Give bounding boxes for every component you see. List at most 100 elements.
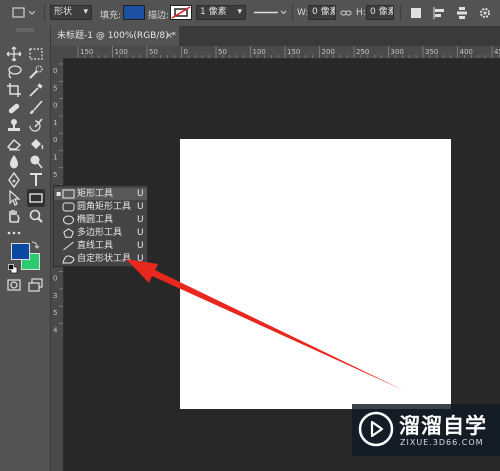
- stroke-width-value: 1 像素: [200, 7, 227, 17]
- rectangle-icon: [62, 189, 75, 199]
- ruler-tick-label: 150: [287, 48, 300, 56]
- ruler-tick-label: 0: [184, 48, 188, 56]
- panel-collapse-handle[interactable]: [12, 26, 38, 32]
- document-canvas[interactable]: [180, 139, 451, 409]
- line-icon: [62, 241, 75, 251]
- stroke-color-swatch[interactable]: [170, 5, 192, 20]
- flyout-item-rectangle-tool[interactable]: ▪ 矩形工具 U: [54, 188, 147, 200]
- pen-icon[interactable]: [5, 171, 23, 189]
- ruler-tick-label: 0: [53, 67, 57, 75]
- horizontal-ruler-ticks: 150 100 50 0 50 100 150 200 250 300 350 400 450: [77, 46, 500, 58]
- flyout-item-label: 矩形工具: [77, 189, 114, 199]
- fill-label: 填充:: [100, 11, 122, 21]
- ruler-tick-label: 200: [322, 48, 335, 56]
- tool-panel: [0, 26, 51, 471]
- gear-icon[interactable]: [478, 6, 492, 20]
- clone-stamp-icon[interactable]: [5, 117, 23, 135]
- flyout-item-ellipse-tool[interactable]: 椭圆工具 U: [54, 214, 147, 226]
- ruler-tick-label: 100: [253, 48, 266, 56]
- eraser-icon[interactable]: [5, 135, 23, 153]
- path-operations-icon[interactable]: [409, 6, 423, 20]
- quick-mask-icon[interactable]: [5, 276, 23, 294]
- flyout-item-label: 圆角矩形工具: [77, 202, 132, 212]
- screen-mode-icon[interactable]: [27, 276, 45, 294]
- ruler-tick-label: 5: [53, 84, 57, 92]
- shape-tool-flyout: ▪ 矩形工具 U 圆角矩形工具 U 椭圆工具 U 多边形工具 U 直线工具 U …: [53, 185, 148, 267]
- default-colors-icon[interactable]: [8, 264, 18, 274]
- tool-mode-value: 形状: [54, 7, 73, 17]
- quick-selection-icon[interactable]: [27, 63, 45, 81]
- flyout-item-shortcut: U: [137, 215, 144, 225]
- height-value: 0 像素: [370, 7, 394, 17]
- ruler-tick-label: 350: [425, 48, 438, 56]
- path-selection-icon[interactable]: [5, 189, 23, 207]
- tool-mode-select[interactable]: 形状 ▾: [50, 5, 92, 20]
- close-icon[interactable]: ×: [165, 26, 173, 46]
- ellipse-icon: [62, 215, 75, 225]
- stroke-width-field[interactable]: 1 像素 ▾: [196, 5, 246, 20]
- ruler-tick-label: 100: [115, 48, 128, 56]
- chevron-down-icon: ▾: [83, 7, 88, 17]
- width-value: 0 像素: [312, 7, 336, 17]
- width-label: W:: [297, 8, 309, 18]
- foreground-color-swatch[interactable]: [11, 243, 30, 260]
- watermark-title: 溜溜自学: [399, 414, 487, 438]
- fill-color-swatch[interactable]: [123, 5, 145, 20]
- history-brush-icon[interactable]: [27, 117, 45, 135]
- document-tab[interactable]: 未标题-1 @ 100%(RGB/8) * ×: [51, 26, 179, 46]
- horizontal-ruler: 150 100 50 0 50 100 150 200 250 300 350 400 450: [51, 46, 500, 59]
- type-tool-icon[interactable]: [27, 171, 45, 189]
- move-tool-icon[interactable]: [5, 45, 23, 63]
- chevron-down-icon: ▾: [237, 7, 242, 17]
- crop-icon[interactable]: [5, 81, 23, 99]
- ruler-tick-label: 250: [356, 48, 369, 56]
- ruler-tick-label: 0: [53, 102, 57, 110]
- flyout-item-label: 直线工具: [77, 241, 114, 251]
- paint-bucket-icon[interactable]: [27, 135, 45, 153]
- rectangle-tool-icon[interactable]: [27, 189, 45, 207]
- ruler-tick-label: 4: [53, 327, 58, 335]
- stroke-type-select[interactable]: [252, 5, 288, 20]
- hand-icon[interactable]: [5, 207, 23, 225]
- flyout-item-label: 多边形工具: [77, 228, 123, 238]
- ruler-tick-label: 0: [53, 136, 57, 144]
- flyout-item-custom-shape-tool[interactable]: 自定形状工具 U: [54, 253, 147, 265]
- dodge-icon[interactable]: [27, 153, 45, 171]
- watermark-subtitle: ZIXUE.3D66.COM: [400, 438, 484, 447]
- ruler-tick-label: 5: [53, 171, 57, 179]
- ruler-tick-label: 50: [149, 48, 158, 56]
- height-label: H:: [356, 8, 366, 18]
- eyedropper-icon[interactable]: [27, 81, 45, 99]
- flyout-item-line-tool[interactable]: 直线工具 U: [54, 240, 147, 252]
- link-icon[interactable]: [340, 7, 352, 19]
- polygon-icon: [62, 228, 75, 238]
- ruler-tick-label: 50: [218, 48, 227, 56]
- watermark-logo: [358, 411, 394, 447]
- ruler-tick-label: 0: [53, 275, 57, 283]
- height-field[interactable]: 0 像素: [366, 5, 394, 20]
- flyout-item-rounded-rectangle-tool[interactable]: 圆角矩形工具 U: [54, 201, 147, 213]
- ruler-tick-label: 1: [53, 154, 57, 162]
- healing-brush-icon[interactable]: [5, 99, 23, 117]
- path-arrangement-icon[interactable]: [455, 6, 469, 20]
- tool-preset-picker[interactable]: [10, 5, 38, 20]
- options-bar: 形状 ▾ 填充: 描边: 1 像素 ▾ W: 0 像素 H: 0 像素: [0, 0, 500, 27]
- zoom-icon[interactable]: [27, 207, 45, 225]
- brush-icon[interactable]: [27, 99, 45, 117]
- custom-shape-icon: [62, 254, 75, 264]
- flyout-item-shortcut: U: [137, 241, 144, 251]
- blur-icon[interactable]: [5, 153, 23, 171]
- ruler-tick-label: 150: [80, 48, 93, 56]
- lasso-icon[interactable]: [5, 63, 23, 81]
- stroke-label: 描边:: [148, 11, 170, 21]
- flyout-item-shortcut: U: [137, 228, 144, 238]
- rectangular-marquee-icon[interactable]: [27, 45, 45, 63]
- ruler-tick-label: 1: [53, 119, 57, 127]
- selected-marker: ▪: [56, 189, 62, 198]
- width-field[interactable]: 0 像素: [308, 5, 336, 20]
- path-alignment-icon[interactable]: [432, 6, 446, 20]
- flyout-item-label: 椭圆工具: [77, 215, 114, 225]
- flyout-item-shortcut: U: [137, 202, 144, 212]
- flyout-item-polygon-tool[interactable]: 多边形工具 U: [54, 227, 147, 239]
- ruler-tick-label: 3: [53, 292, 57, 300]
